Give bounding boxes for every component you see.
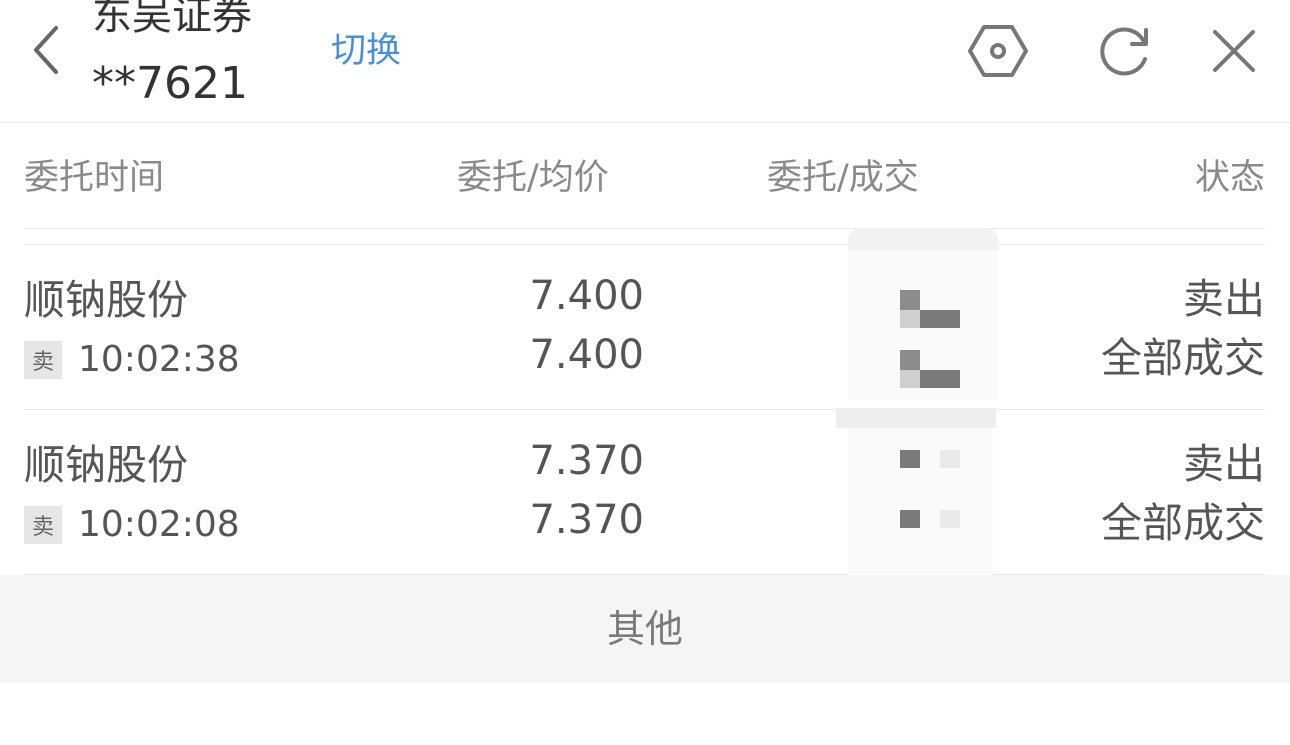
refresh-button[interactable] bbox=[1093, 20, 1155, 82]
column-header-qty: 委托/成交 bbox=[767, 158, 919, 198]
back-button[interactable] bbox=[24, 22, 68, 78]
order-row[interactable]: 顺钠股份 卖 10:02:08 7.370 7.370 卖出 全部成交 bbox=[0, 411, 1290, 575]
divider bbox=[24, 409, 1265, 410]
top-bar: 东吴证券 **7621 切换 bbox=[0, 0, 1290, 123]
close-button[interactable] bbox=[1203, 20, 1265, 82]
order-direction: 卖出 bbox=[1183, 440, 1265, 488]
refresh-icon bbox=[1100, 27, 1148, 76]
column-header-time: 委托时间 bbox=[24, 158, 165, 198]
order-price: 7.400 bbox=[529, 273, 644, 319]
column-header-status: 状态 bbox=[1194, 158, 1265, 198]
order-time: 10:02:08 bbox=[78, 504, 240, 545]
fill-status: 全部成交 bbox=[1101, 499, 1265, 547]
close-icon bbox=[1213, 30, 1255, 72]
side-badge: 卖 bbox=[24, 341, 62, 379]
divider bbox=[24, 228, 1265, 229]
stock-name: 顺钠股份 bbox=[24, 276, 188, 324]
chevron-left-icon bbox=[34, 26, 58, 74]
column-header-price: 委托/均价 bbox=[457, 158, 609, 198]
settings-button[interactable] bbox=[967, 20, 1029, 82]
order-time: 10:02:38 bbox=[78, 339, 240, 380]
account-number: **7621 bbox=[92, 58, 248, 109]
fill-status: 全部成交 bbox=[1101, 334, 1265, 382]
switch-account-button[interactable]: 切换 bbox=[331, 26, 401, 76]
order-direction: 卖出 bbox=[1183, 275, 1265, 323]
hexagon-settings-icon bbox=[968, 25, 1028, 77]
average-price: 7.400 bbox=[529, 332, 644, 378]
divider bbox=[24, 244, 1265, 245]
broker-name: 东吴证券 bbox=[92, 0, 252, 39]
other-button[interactable]: 其他 bbox=[0, 575, 1290, 683]
side-badge: 卖 bbox=[24, 506, 62, 544]
other-label: 其他 bbox=[606, 607, 683, 651]
order-price: 7.370 bbox=[529, 438, 644, 484]
average-price: 7.370 bbox=[529, 497, 644, 543]
stock-name: 顺钠股份 bbox=[24, 441, 188, 489]
order-row[interactable]: 顺钠股份 卖 10:02:38 7.400 7.400 卖出 全部成交 bbox=[0, 246, 1290, 410]
